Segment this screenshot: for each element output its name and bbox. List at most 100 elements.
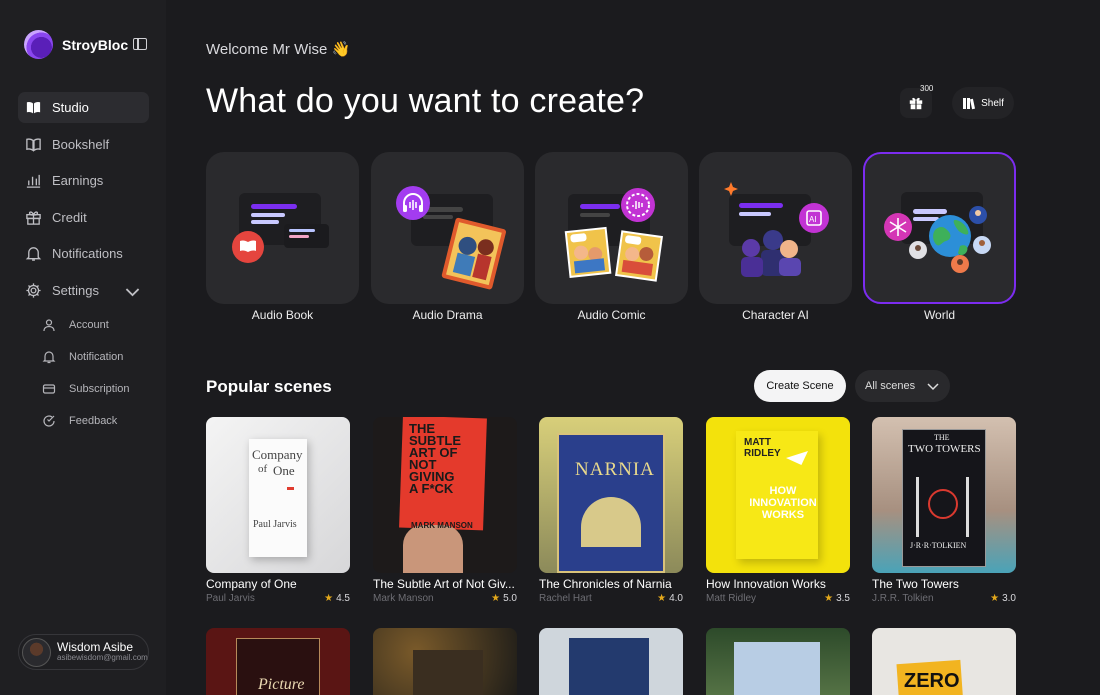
book-card[interactable]: NARNIA The Chronicles of Narnia Rachel H… bbox=[539, 417, 683, 604]
book-card[interactable]: MATT RIDLEY HOW INNOVATION WORKS How Inn… bbox=[706, 417, 850, 604]
sidebar-item-studio[interactable]: Studio bbox=[18, 92, 149, 123]
svg-text:AI: AI bbox=[809, 215, 817, 224]
sidebar-sub-label: Subscription bbox=[69, 383, 130, 395]
user-profile-card[interactable]: Wisdom Asibe asibewisdom@gmail.com bbox=[18, 634, 149, 670]
sidebar-item-credit[interactable]: Credit bbox=[18, 202, 149, 233]
star-icon: ★ bbox=[824, 593, 834, 604]
sidebar-sub-feedback[interactable]: Feedback bbox=[42, 411, 117, 431]
book-card[interactable] bbox=[373, 628, 517, 695]
cover-text: ZERO bbox=[904, 670, 960, 692]
section-title: Popular scenes bbox=[206, 377, 332, 396]
book-rating: ★ 4.0 bbox=[657, 593, 683, 604]
cover-text: MARK MANSON bbox=[411, 521, 473, 530]
book-title: How Innovation Works bbox=[706, 577, 826, 591]
gift-icon bbox=[909, 97, 923, 110]
category-label: Audio Drama bbox=[412, 308, 483, 322]
category-card-character-ai[interactable]: AI bbox=[699, 152, 852, 304]
category-card-audio-drama[interactable] bbox=[371, 152, 524, 304]
star-icon: ★ bbox=[491, 593, 501, 604]
sidebar-item-label: Notifications bbox=[52, 246, 123, 261]
book-cover: THE TWO TOWERS J·R·R·TOLKIEN bbox=[872, 417, 1016, 573]
brand-name: StroyBloc bbox=[62, 36, 129, 53]
book-title: The Subtle Art of Not Giv... bbox=[373, 577, 515, 591]
bell-icon bbox=[42, 350, 56, 364]
book-card[interactable]: Picture bbox=[206, 628, 350, 695]
card-icon bbox=[42, 382, 56, 396]
cover-text: RIDLEY bbox=[744, 448, 781, 459]
book-card[interactable] bbox=[539, 628, 683, 695]
cover-text: One bbox=[273, 463, 295, 478]
category-label: Audio Book bbox=[251, 308, 314, 322]
create-scene-button[interactable]: Create Scene bbox=[754, 370, 846, 402]
chevron-down-icon bbox=[125, 288, 140, 297]
bar-chart-icon bbox=[25, 172, 42, 189]
sidebar-item-notifications[interactable]: Notifications bbox=[18, 238, 149, 269]
book-card[interactable]: THE TWO TOWERS J·R·R·TOLKIEN The Two Tow… bbox=[872, 417, 1016, 604]
book-author: J.R.R. Tolkien bbox=[872, 593, 934, 604]
welcome-text: Welcome Mr Wise 👋 bbox=[206, 41, 351, 58]
scene-filter-select[interactable]: All scenes bbox=[855, 370, 950, 402]
avatar bbox=[22, 637, 51, 667]
category-card-world[interactable] bbox=[863, 152, 1016, 304]
sidebar-sub-label: Notification bbox=[69, 351, 124, 363]
cover-text: J·R·R·TOLKIEN bbox=[910, 541, 967, 550]
sidebar-item-settings[interactable]: Settings bbox=[18, 275, 149, 306]
page-title: What do you want to create? bbox=[206, 82, 645, 120]
book-cover: MATT RIDLEY HOW INNOVATION WORKS bbox=[706, 417, 850, 573]
sidebar-item-label: Settings bbox=[52, 283, 99, 298]
cover-text: Company bbox=[252, 447, 303, 462]
book-author: Rachel Hart bbox=[539, 593, 592, 604]
audio-book-illustration bbox=[232, 193, 329, 263]
star-icon: ★ bbox=[990, 593, 1000, 604]
gear-icon bbox=[25, 282, 42, 299]
sidebar-item-label: Credit bbox=[52, 210, 87, 225]
cover-text: WORKS bbox=[761, 509, 805, 521]
sidebar-toggle-icon[interactable] bbox=[133, 38, 147, 50]
gift-icon bbox=[25, 209, 42, 226]
cover-text: NARNIA bbox=[575, 459, 655, 480]
books-icon bbox=[25, 136, 42, 153]
sidebar: StroyBloc Studio Bookshelf Earnings Cred… bbox=[0, 0, 166, 695]
book-card[interactable]: Company of One Paul Jarvis Company of On… bbox=[206, 417, 350, 604]
category-label: World bbox=[923, 308, 956, 322]
sidebar-sub-notification[interactable]: Notification bbox=[42, 347, 123, 367]
category-label: Audio Comic bbox=[577, 308, 646, 322]
books-icon bbox=[963, 98, 976, 110]
book-author: Matt Ridley bbox=[706, 593, 757, 604]
book-cover: Company of One Paul Jarvis bbox=[206, 417, 350, 573]
book-card[interactable] bbox=[706, 628, 850, 695]
cover-text: A F*CK bbox=[409, 481, 454, 496]
cover-text: INNOVATION bbox=[749, 497, 817, 509]
star-icon: ★ bbox=[324, 593, 334, 604]
book-rating: ★ 5.0 bbox=[491, 593, 517, 604]
cover-text: TWO TOWERS bbox=[908, 443, 981, 455]
cover-text: THE bbox=[934, 433, 950, 442]
book-title: The Chronicles of Narnia bbox=[539, 577, 672, 591]
sidebar-sub-account[interactable]: Account bbox=[42, 315, 109, 335]
category-label: Character AI bbox=[742, 308, 809, 322]
book-card[interactable]: THE SUBTLE ART OF NOT GIVING A F*CK MARK… bbox=[373, 417, 517, 604]
sidebar-item-bookshelf[interactable]: Bookshelf bbox=[18, 129, 149, 160]
book-card[interactable]: ZERO bbox=[872, 628, 1016, 695]
cover-text: HOW bbox=[769, 485, 797, 497]
shelf-label: Shelf bbox=[981, 97, 1004, 109]
sidebar-sub-label: Feedback bbox=[69, 415, 118, 427]
star-icon: ★ bbox=[657, 593, 667, 604]
sidebar-sub-subscription[interactable]: Subscription bbox=[42, 379, 130, 399]
sidebar-item-earnings[interactable]: Earnings bbox=[18, 165, 149, 196]
chevron-down-icon bbox=[927, 383, 939, 391]
cover-text: Paul Jarvis bbox=[253, 519, 297, 530]
book-author: Mark Manson bbox=[373, 593, 434, 604]
sidebar-sub-label: Account bbox=[69, 319, 109, 331]
bell-icon bbox=[25, 245, 42, 262]
category-card-audio-book[interactable] bbox=[206, 152, 359, 304]
sidebar-item-label: Earnings bbox=[52, 173, 104, 188]
audio-comic-illustration bbox=[564, 188, 663, 282]
category-card-audio-comic[interactable] bbox=[535, 152, 688, 304]
shelf-button[interactable]: Shelf bbox=[952, 87, 1014, 119]
user-email: asibewisdom@gmail.com bbox=[57, 653, 148, 663]
sidebar-item-label: Studio bbox=[52, 100, 89, 115]
cover-text: MATT bbox=[744, 437, 772, 448]
world-illustration bbox=[884, 192, 991, 273]
brand[interactable]: StroyBloc bbox=[24, 30, 128, 59]
